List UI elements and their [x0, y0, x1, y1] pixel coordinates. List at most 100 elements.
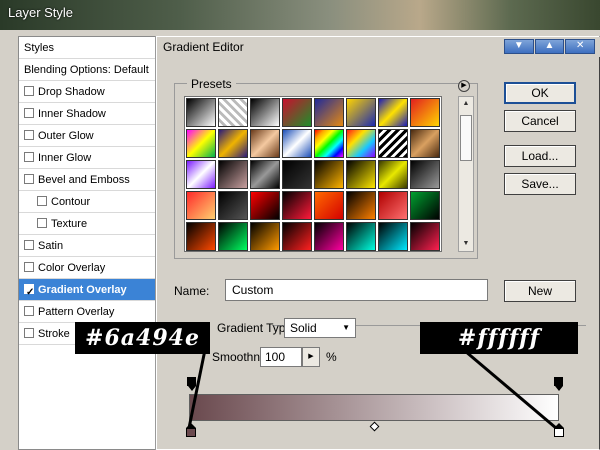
style-item[interactable]: Color Overlay: [19, 257, 157, 279]
presets-scrollbar[interactable]: ▲ ▼: [458, 96, 474, 252]
smoothness-percent: %: [326, 350, 337, 364]
style-item-label: Contour: [51, 196, 91, 208]
checkbox-checked-icon[interactable]: ✓: [24, 284, 34, 298]
checkbox-icon[interactable]: [24, 174, 34, 185]
preset-swatch[interactable]: [186, 191, 216, 220]
preset-swatch[interactable]: [282, 222, 312, 251]
color-stop-swatch: [186, 428, 196, 437]
preset-swatch[interactable]: [282, 98, 312, 127]
preset-swatch[interactable]: [186, 98, 216, 127]
blending-options[interactable]: Blending Options: Default: [19, 59, 157, 81]
name-input[interactable]: Custom: [225, 279, 488, 301]
style-item[interactable]: Contour: [19, 191, 157, 213]
gradient-preview-bar[interactable]: [189, 394, 559, 421]
checkbox-icon[interactable]: [24, 328, 34, 339]
checkbox-icon[interactable]: [37, 218, 47, 229]
preset-swatch[interactable]: [410, 191, 440, 220]
style-item[interactable]: ✓ Gradient Overlay: [19, 279, 157, 301]
preset-swatch[interactable]: [314, 191, 344, 220]
preset-swatch[interactable]: [186, 129, 216, 158]
gradient-midpoint-icon[interactable]: [369, 421, 380, 432]
maximize-button[interactable]: ▲: [534, 39, 565, 54]
checkbox-icon[interactable]: [24, 108, 34, 119]
opacity-stop-left[interactable]: [187, 377, 196, 391]
opacity-stop-right[interactable]: [554, 377, 563, 391]
color-stop-right[interactable]: [554, 423, 564, 437]
style-item[interactable]: Inner Glow: [19, 147, 157, 169]
styles-list: Styles Blending Options: Default Drop Sh…: [18, 36, 158, 450]
preset-swatch[interactable]: [314, 160, 344, 189]
preset-swatch[interactable]: [218, 129, 248, 158]
gradient-type-value: Solid: [290, 321, 317, 335]
checkbox-icon[interactable]: [37, 196, 47, 207]
preset-swatch[interactable]: [346, 98, 376, 127]
style-item-label: Outer Glow: [38, 130, 94, 142]
preset-swatch[interactable]: [410, 222, 440, 251]
preset-swatch[interactable]: [410, 129, 440, 158]
cancel-button[interactable]: Cancel: [504, 110, 576, 132]
preset-swatch[interactable]: [314, 98, 344, 127]
preset-swatch[interactable]: [378, 98, 408, 127]
gradient-type-select[interactable]: Solid ▼: [284, 318, 356, 338]
minimize-button[interactable]: ▼: [504, 39, 534, 54]
load-button[interactable]: Load...: [504, 145, 576, 167]
preset-swatch[interactable]: [250, 191, 280, 220]
scroll-down-icon[interactable]: ▼: [459, 237, 473, 251]
preset-swatch[interactable]: [186, 222, 216, 251]
preset-swatch[interactable]: [282, 160, 312, 189]
preset-swatch[interactable]: [186, 160, 216, 189]
preset-swatch[interactable]: [218, 191, 248, 220]
style-item[interactable]: Satin: [19, 235, 157, 257]
preset-swatch[interactable]: [218, 222, 248, 251]
preset-swatch[interactable]: [314, 222, 344, 251]
close-button[interactable]: ✕: [565, 39, 596, 54]
checkbox-icon[interactable]: [24, 262, 34, 273]
style-item[interactable]: Drop Shadow: [19, 81, 157, 103]
preset-swatch[interactable]: [378, 222, 408, 251]
checkbox-icon[interactable]: [24, 86, 34, 97]
layer-style-title: Layer Style: [8, 5, 74, 20]
checkbox-icon[interactable]: [24, 152, 34, 163]
preset-swatch[interactable]: [378, 160, 408, 189]
style-item-label: Inner Shadow: [38, 108, 106, 120]
preset-swatch[interactable]: [378, 129, 408, 158]
preset-swatch[interactable]: [378, 191, 408, 220]
preset-swatch[interactable]: [282, 191, 312, 220]
preset-swatch[interactable]: [346, 222, 376, 251]
ok-button[interactable]: OK: [504, 82, 576, 104]
presets-menu-icon[interactable]: ▶: [458, 80, 470, 92]
preset-swatch[interactable]: [250, 129, 280, 158]
preset-swatch[interactable]: [346, 129, 376, 158]
style-item-label: Drop Shadow: [38, 86, 105, 98]
opacity-stop-pointer-icon: [187, 386, 196, 391]
preset-swatch[interactable]: [250, 222, 280, 251]
style-item-label: Color Overlay: [38, 262, 106, 274]
preset-swatch[interactable]: [218, 160, 248, 189]
preset-swatch[interactable]: [410, 98, 440, 127]
checkbox-icon[interactable]: [24, 306, 34, 317]
preset-swatch[interactable]: [346, 191, 376, 220]
scroll-thumb[interactable]: [460, 115, 472, 161]
styles-header[interactable]: Styles: [19, 37, 157, 59]
preset-swatch[interactable]: [250, 98, 280, 127]
scroll-up-icon[interactable]: ▲: [459, 97, 473, 111]
style-item[interactable]: Inner Shadow: [19, 103, 157, 125]
preset-swatch[interactable]: [282, 129, 312, 158]
preset-swatch[interactable]: [410, 160, 440, 189]
checkbox-icon[interactable]: [24, 130, 34, 141]
preset-swatch[interactable]: [314, 129, 344, 158]
smoothness-input[interactable]: 100: [260, 347, 302, 367]
checkbox-icon[interactable]: [24, 240, 34, 251]
preset-swatch[interactable]: [218, 98, 248, 127]
color-stop-left[interactable]: [186, 423, 196, 437]
style-item[interactable]: Pattern Overlay: [19, 301, 157, 323]
preset-swatch[interactable]: [346, 160, 376, 189]
new-button[interactable]: New: [504, 280, 576, 302]
save-button[interactable]: Save...: [504, 173, 576, 195]
style-item[interactable]: Outer Glow: [19, 125, 157, 147]
style-item[interactable]: Texture: [19, 213, 157, 235]
smoothness-stepper-icon[interactable]: ▶: [302, 347, 320, 367]
preset-swatch[interactable]: [250, 160, 280, 189]
color-stop-swatch: [554, 428, 564, 437]
style-item[interactable]: Bevel and Emboss: [19, 169, 157, 191]
